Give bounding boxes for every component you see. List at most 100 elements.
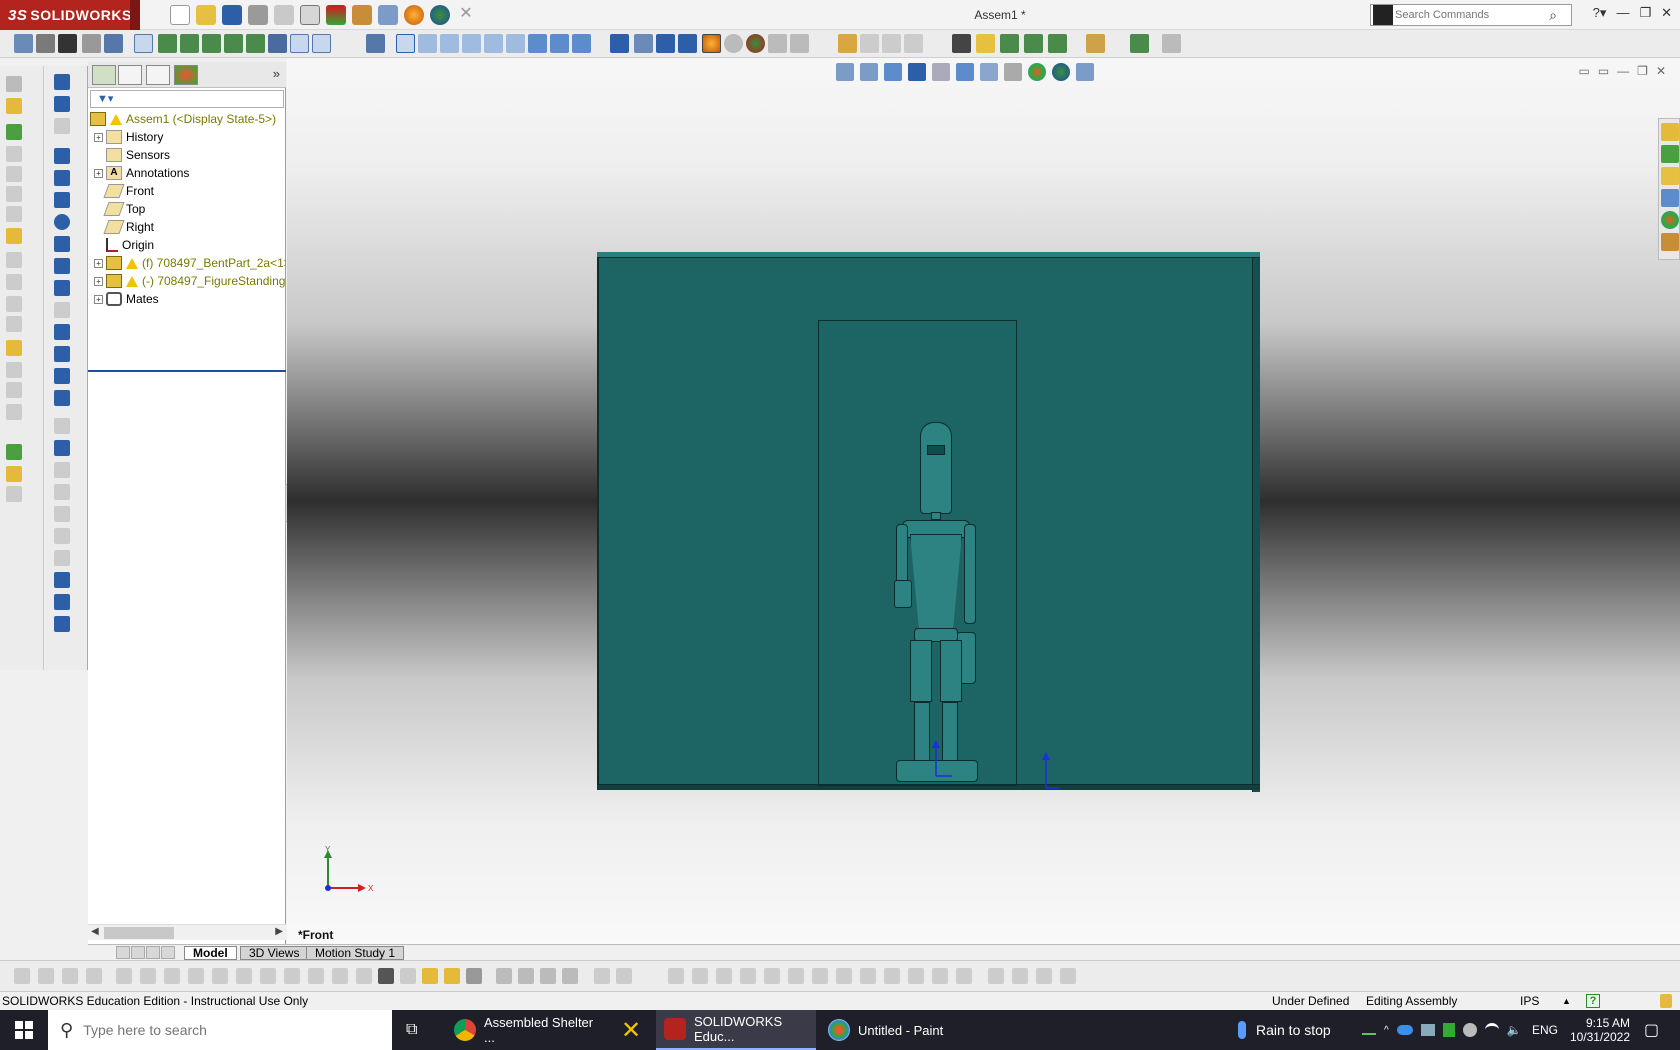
lower-tool-7-icon[interactable] — [164, 968, 180, 984]
text-icon[interactable] — [54, 390, 70, 406]
previous-view-icon[interactable] — [884, 63, 902, 81]
solidworks-resources-icon[interactable] — [1661, 123, 1679, 141]
lower-tool-17-icon[interactable] — [400, 968, 416, 984]
tree-item-mates[interactable]: + Mates — [88, 290, 286, 308]
tab-motion-study[interactable]: Motion Study 1 — [306, 946, 405, 960]
lower-tool-15-icon[interactable] — [356, 968, 372, 984]
taskbar-item-chrome[interactable]: Assembled Shelter ... — [444, 1010, 604, 1050]
notifications-icon[interactable]: ▢ — [1644, 1010, 1659, 1050]
taskbar-search-input[interactable] — [83, 1022, 364, 1038]
lower-tool-24-icon[interactable] — [562, 968, 578, 984]
lower-tool-18-icon[interactable] — [422, 968, 438, 984]
slot-icon[interactable] — [54, 192, 70, 208]
standing-figure-model[interactable] — [890, 420, 982, 785]
tree-item-right-plane[interactable]: Right — [88, 218, 286, 236]
model-view-icon[interactable] — [882, 34, 901, 53]
rollback-bar[interactable] — [88, 370, 286, 372]
view-front-icon[interactable] — [396, 34, 415, 53]
lower-tool-10-icon[interactable] — [236, 968, 252, 984]
lower-tool-37-icon[interactable] — [908, 968, 924, 984]
feature-tree-horizontal-scrollbar[interactable]: ◀ ▶ — [88, 924, 286, 940]
viewport-minimize-icon[interactable]: — — [1617, 64, 1629, 78]
feature-tree-tab-icon[interactable] — [92, 65, 116, 85]
tab-last-icon[interactable] — [161, 946, 175, 959]
section-view-hu-icon[interactable] — [908, 63, 926, 81]
dynamic-annotation-icon[interactable] — [932, 63, 950, 81]
ambient-occlusion-icon[interactable] — [768, 34, 787, 53]
sketch-tool5-icon[interactable] — [312, 34, 331, 53]
view-palette-icon[interactable] — [838, 34, 857, 53]
expand-toggle-icon[interactable]: + — [94, 168, 103, 178]
mass-properties-icon[interactable] — [976, 34, 995, 53]
custom-properties-icon[interactable] — [1661, 233, 1679, 251]
table-icon[interactable] — [104, 34, 123, 53]
view-palette-tp-icon[interactable] — [1661, 189, 1679, 207]
property-manager-tab-icon[interactable] — [118, 65, 142, 85]
file-explorer-icon[interactable] — [1661, 167, 1679, 185]
tab-model[interactable]: Model — [184, 946, 237, 960]
lower-tool-13-icon[interactable] — [308, 968, 324, 984]
lower-tool-16-icon[interactable] — [378, 968, 394, 984]
simulation-icon[interactable] — [6, 466, 22, 482]
close-icon[interactable]: ✕ — [1661, 5, 1672, 21]
lower-tool-29-icon[interactable] — [716, 968, 732, 984]
arc-icon[interactable] — [54, 236, 70, 252]
language-indicator[interactable]: ENG — [1532, 1010, 1558, 1050]
view-top-icon[interactable] — [484, 34, 503, 53]
assembly-features-icon[interactable] — [6, 228, 22, 244]
onedrive-icon[interactable] — [1396, 1025, 1413, 1035]
lower-tool-35-icon[interactable] — [860, 968, 876, 984]
relation-icon[interactable] — [202, 34, 221, 53]
lower-tool-3-icon[interactable] — [62, 968, 78, 984]
appearance-ball-icon[interactable] — [404, 5, 424, 25]
point-icon[interactable] — [54, 346, 70, 362]
lower-tool-31-icon[interactable] — [764, 968, 780, 984]
add-relation-icon[interactable] — [54, 550, 70, 566]
hide-show-items-icon[interactable] — [1004, 63, 1022, 81]
plane-sketch-icon[interactable] — [54, 368, 70, 384]
viewport-restore-icon[interactable]: ❐ — [1637, 64, 1648, 78]
taskbar-search-icon[interactable]: ⚲ — [60, 1020, 73, 1041]
quick-tips-help-icon[interactable]: ? — [1586, 994, 1600, 1008]
view-dimetric-icon[interactable] — [550, 34, 569, 53]
move-component-icon[interactable] — [58, 34, 77, 53]
circle-icon[interactable] — [54, 214, 70, 230]
mate-icon[interactable] — [6, 124, 22, 140]
rebuild-status-icon[interactable] — [1660, 994, 1672, 1008]
line-icon[interactable] — [54, 148, 70, 164]
lower-tool-20-icon[interactable] — [466, 968, 482, 984]
quick-snaps-icon[interactable] — [54, 594, 70, 610]
scrollbar-thumb[interactable] — [104, 927, 174, 939]
tree-item-front-plane[interactable]: Front — [88, 182, 286, 200]
zoom-to-fit-icon[interactable] — [836, 63, 854, 81]
lower-tool-22-icon[interactable] — [518, 968, 534, 984]
rapid-sketch-icon[interactable] — [54, 616, 70, 632]
perspective-icon[interactable] — [790, 34, 809, 53]
expand-toggle-icon[interactable]: + — [94, 132, 103, 142]
windows-start-icon[interactable] — [0, 1010, 48, 1050]
network-icon[interactable] — [1420, 1024, 1435, 1036]
new-document-icon[interactable] — [170, 5, 190, 25]
appearances-icon[interactable] — [1661, 211, 1679, 229]
close-document-icon[interactable]: ✕ — [456, 5, 476, 25]
offset-icon[interactable] — [54, 462, 70, 478]
open-folder-icon[interactable] — [196, 5, 216, 25]
sketch-icon[interactable] — [54, 74, 70, 90]
rectangle-icon[interactable] — [54, 170, 70, 186]
lower-tool-28-icon[interactable] — [692, 968, 708, 984]
lower-tool-41-icon[interactable] — [1012, 968, 1028, 984]
tree-item-assembly-root[interactable]: Assem1 (<Display State-5>) — [88, 110, 286, 128]
lower-tool-11-icon[interactable] — [260, 968, 276, 984]
polygon-icon[interactable] — [54, 324, 70, 340]
expand-toggle-icon[interactable]: + — [94, 276, 103, 286]
tab-3d-views[interactable]: 3D Views — [240, 946, 309, 960]
move-entities-icon[interactable] — [54, 528, 70, 544]
restore-icon[interactable]: ❐ — [1639, 5, 1651, 21]
stocks-icon[interactable] — [1362, 1025, 1376, 1035]
volume-muted-icon[interactable]: 🔈 — [1507, 1023, 1522, 1037]
print-icon[interactable] — [248, 5, 268, 25]
ellipse-icon[interactable] — [54, 280, 70, 296]
search-commands-input[interactable] — [1395, 9, 1545, 21]
select-arrow-icon[interactable] — [300, 5, 320, 25]
display-style-icon[interactable] — [980, 63, 998, 81]
